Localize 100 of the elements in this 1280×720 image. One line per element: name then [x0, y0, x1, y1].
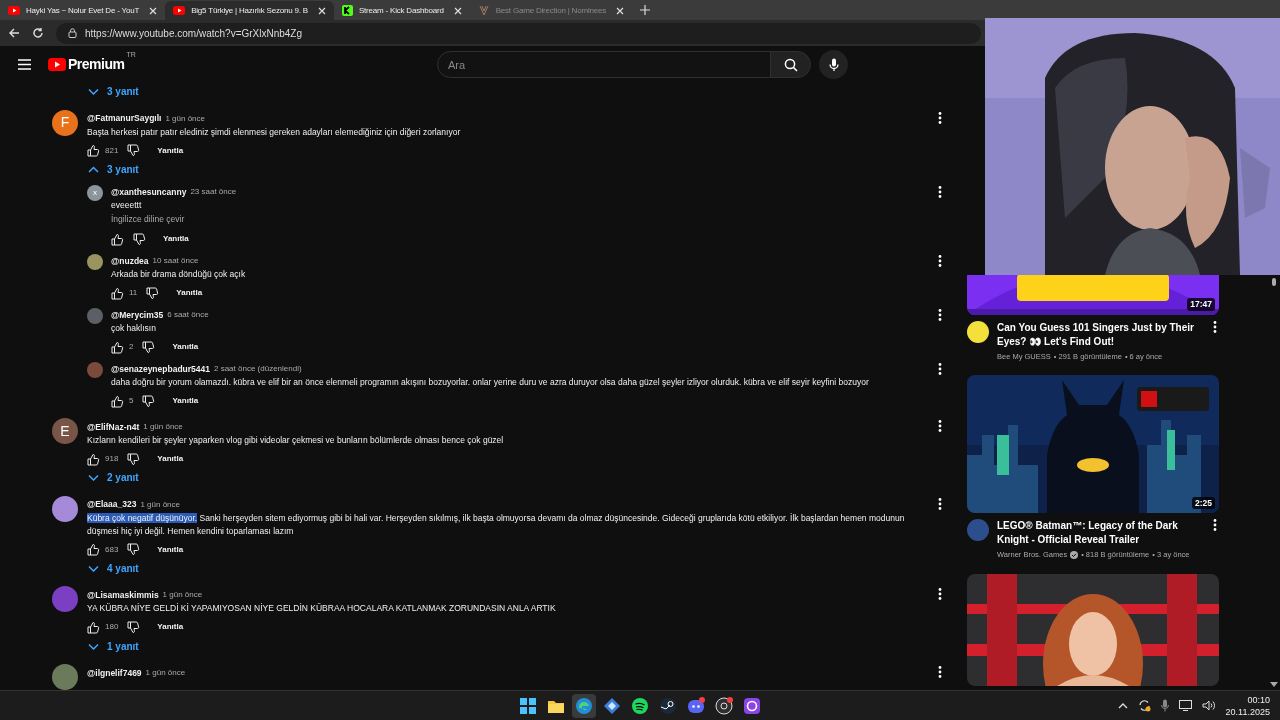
new-tab-icon[interactable] [640, 5, 651, 15]
thumbs-down-icon[interactable] [127, 620, 141, 634]
avatar[interactable] [87, 254, 103, 271]
reply-button[interactable]: Yanıtla [172, 341, 199, 354]
thumbs-down-icon[interactable] [127, 452, 141, 466]
more-options-icon[interactable] [938, 255, 942, 268]
chevron-up-icon[interactable] [1117, 702, 1128, 709]
close-icon[interactable] [149, 6, 158, 15]
reply-button[interactable]: Yanıtla [157, 621, 184, 634]
thumbs-up-icon[interactable] [111, 394, 124, 408]
lock-icon [68, 28, 77, 38]
back-icon[interactable] [8, 27, 20, 39]
address-bar[interactable]: https://www.youtube.com/watch?v=GrXlxNnb4Zg [56, 22, 981, 44]
replies-toggle[interactable]: 1 yanıt [88, 638, 139, 654]
comment-text: Arkada bir drama döndüğü çok açık [111, 268, 247, 282]
thumbs-up-icon[interactable] [87, 620, 100, 634]
replies-toggle[interactable]: 3 yanıt [88, 84, 139, 100]
comment-author[interactable]: @xanthesuncanny [111, 185, 187, 199]
comment-text: eveeettt [111, 199, 143, 213]
avatar[interactable] [87, 308, 103, 325]
close-icon[interactable] [453, 6, 462, 15]
comment-author[interactable]: @Elaaa_323 [87, 498, 137, 512]
more-options-icon[interactable] [938, 420, 942, 433]
like-count: 11 [129, 287, 138, 300]
thumbs-up-icon[interactable] [87, 452, 100, 466]
thumbs-up-icon[interactable] [111, 340, 124, 354]
like-count: 683 [105, 543, 119, 556]
duration-badge: 17:47 [1187, 298, 1215, 311]
comment-author[interactable]: @ilgnelif7469 [87, 666, 142, 680]
more-options-icon[interactable] [938, 497, 942, 510]
more-options-icon[interactable] [938, 588, 942, 601]
video-title[interactable]: Can You Guess 101 Singers Just by Their Eyes? 👀 Let's Find Out! [997, 321, 1205, 349]
microphone-icon[interactable] [1160, 699, 1169, 712]
clock-date[interactable]: 20.11.2025 [1225, 705, 1270, 718]
more-options-icon[interactable] [938, 309, 942, 322]
more-options-icon[interactable] [1213, 321, 1217, 333]
replies-toggle[interactable]: 4 yanıt [88, 561, 139, 577]
speaker-icon[interactable] [1201, 700, 1216, 711]
comment-time: 1 gün önce [165, 112, 205, 125]
thumbs-up-icon[interactable] [111, 232, 124, 246]
more-options-icon[interactable] [938, 363, 942, 376]
avatar[interactable] [52, 586, 78, 613]
like-count: 918 [105, 453, 119, 466]
taskbar-app[interactable] [572, 693, 596, 718]
play-logo-icon [48, 57, 66, 71]
thumbs-down-icon[interactable] [127, 144, 141, 158]
comment-author[interactable]: @FatmanurSaygılı [87, 112, 162, 125]
video-title[interactable]: LEGO® Batman™: Legacy of the Dark Knight - Official Reveal Trailer [997, 519, 1205, 548]
more-options-icon[interactable] [1213, 519, 1217, 532]
thumbs-up-icon[interactable] [87, 144, 100, 158]
clock-time[interactable]: 00:10 [1247, 693, 1270, 706]
comment-text: Başta herkesi patır patır elediniz şimdi elenmesi gereken adayları elemediğiniz için diğeri zorlanıyor [87, 125, 462, 139]
avatar[interactable] [52, 495, 78, 522]
voice-search-button[interactable] [819, 50, 848, 79]
avatar[interactable] [52, 663, 78, 690]
more-options-icon[interactable] [938, 111, 942, 124]
thumbs-down-icon[interactable] [142, 394, 156, 408]
more-options-icon[interactable] [938, 665, 942, 678]
thumbs-down-icon[interactable] [146, 286, 160, 300]
thumbs-up-icon[interactable] [111, 286, 124, 300]
comment-time: 23 saat önce [190, 186, 237, 199]
comment-author[interactable]: @Lisamaskimmis [87, 589, 159, 602]
thumbs-down-icon[interactable] [133, 232, 146, 246]
reply-button[interactable]: Yanıtla [157, 144, 184, 157]
close-icon[interactable] [317, 6, 326, 15]
comment-time: 6 saat önce [167, 309, 209, 322]
close-icon[interactable] [616, 6, 625, 15]
replies-toggle[interactable]: 2 yanıt [88, 470, 139, 486]
comment-author[interactable]: @ElifNaz-n4t [87, 420, 140, 434]
scrollbar[interactable] [1270, 278, 1278, 688]
channel-avatar[interactable] [967, 321, 989, 343]
thumbs-down-icon[interactable] [127, 543, 141, 557]
thumbs-down-icon[interactable] [142, 340, 156, 354]
k-logo-icon [341, 5, 353, 16]
reply-button[interactable]: Yanıtla [172, 395, 199, 408]
scroll-down-icon[interactable] [1270, 682, 1278, 688]
reply-button[interactable]: Yanıtla [157, 453, 184, 466]
monitor-icon[interactable] [1178, 700, 1192, 711]
menu-icon[interactable] [18, 58, 31, 70]
comment-author[interactable]: @Merycim35 [111, 308, 164, 322]
avatar[interactable]: E [52, 418, 78, 445]
reply-button[interactable]: Yanıtla [176, 287, 203, 300]
windows-icon [519, 696, 537, 715]
translate-link[interactable]: İngilizce diline çevir [111, 212, 185, 228]
comment-time: 1 gün önce [145, 666, 186, 679]
reply-button[interactable]: Yanıtla [163, 233, 189, 246]
reply-button[interactable]: Yanıtla [157, 543, 184, 556]
comment-time: 1 gün önce [162, 589, 203, 602]
sync-icon[interactable] [1137, 699, 1151, 712]
comment-author[interactable]: @senazeynepbadur5441 [111, 362, 210, 376]
search-button[interactable] [770, 51, 811, 78]
search-field[interactable]: Ara [437, 51, 771, 78]
reload-icon[interactable] [32, 27, 44, 39]
browser-tab[interactable]: Big5 Türkiye | Hazırlık Sezonu 9. B [165, 1, 334, 20]
microphone-icon [828, 57, 839, 72]
replies-toggle[interactable]: 3 yanıt [88, 161, 139, 177]
thumbs-up-icon[interactable] [87, 543, 100, 557]
record-app-icon [715, 696, 733, 715]
more-options-icon[interactable] [938, 186, 942, 199]
comment-author[interactable]: @nuzdea [111, 254, 149, 268]
